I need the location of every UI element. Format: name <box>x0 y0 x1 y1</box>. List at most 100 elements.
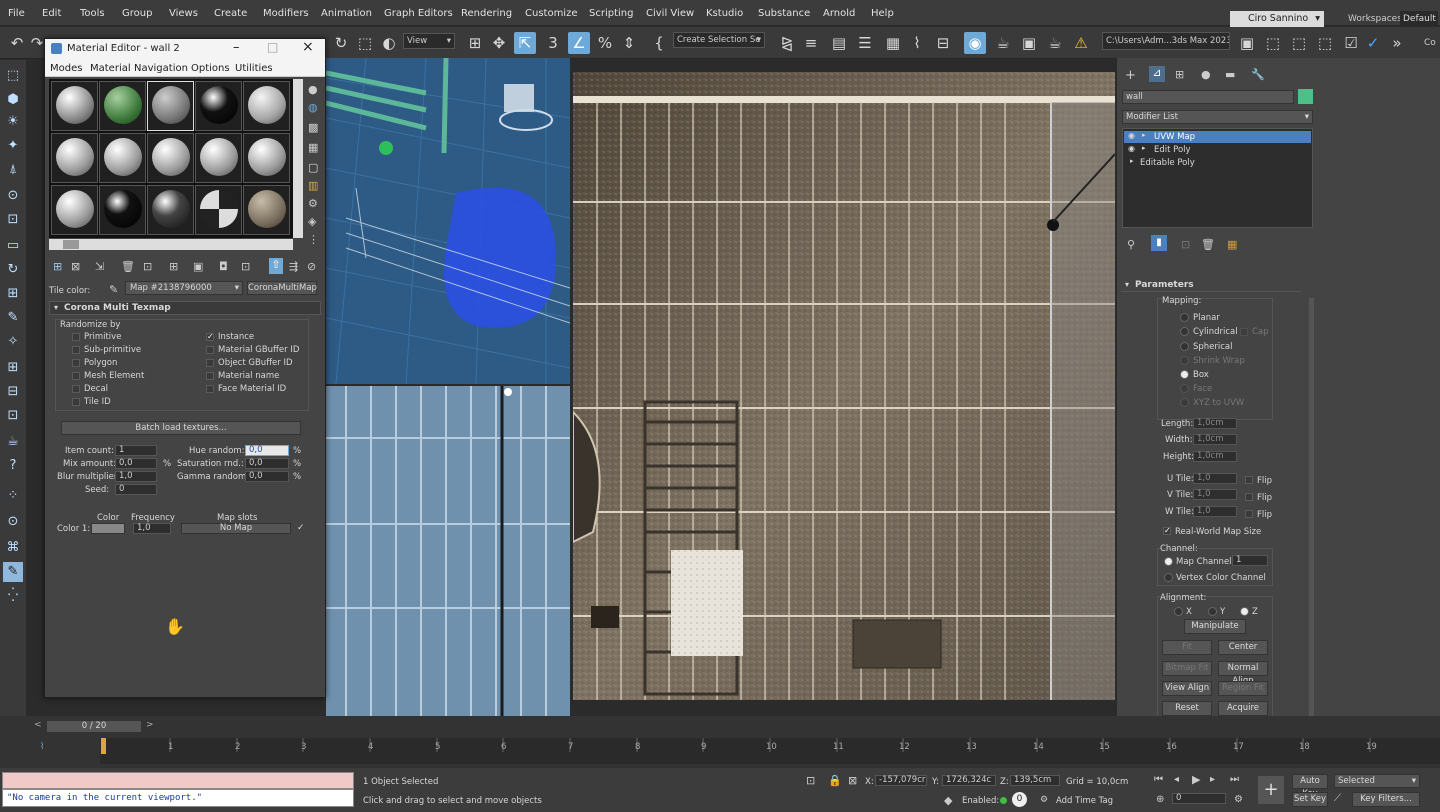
lock-selection-icon[interactable]: 🔒 <box>828 774 842 787</box>
region-fit-button[interactable]: Region Fit <box>1218 681 1268 696</box>
center-button[interactable]: Center <box>1218 640 1268 655</box>
set-key-button[interactable]: Set Key <box>1292 792 1328 807</box>
eye-icon[interactable]: ◉ <box>1128 131 1135 140</box>
auto-key-button[interactable]: Auto Key <box>1292 774 1328 799</box>
menu-create[interactable]: Create <box>214 8 247 19</box>
mirror-icon[interactable]: ⧎ <box>776 32 798 54</box>
face-material-id-checkbox[interactable] <box>206 385 214 393</box>
command-panel-scrollbar[interactable] <box>1309 298 1314 718</box>
normal-align-button[interactable]: Normal Align <box>1218 661 1268 686</box>
pick-material-icon[interactable]: ⊘ <box>307 260 316 273</box>
expand-arrow-icon[interactable]: ▸ <box>1142 131 1146 139</box>
render-frame-icon[interactable]: ▣ <box>1018 32 1040 54</box>
sample-type-icon[interactable]: ● <box>308 83 318 96</box>
viewport-front[interactable] <box>326 386 570 716</box>
sample-slot[interactable] <box>195 133 242 183</box>
curve-editor-mini-icon[interactable]: ⌇ <box>40 742 44 752</box>
selection-set-dropdown[interactable]: Create Selection Se ▾ <box>673 32 765 48</box>
sample-slot[interactable] <box>147 133 194 183</box>
menu-help[interactable]: Help <box>871 8 894 19</box>
user-account-dropdown[interactable]: Ciro Sannino ▾ <box>1230 11 1324 27</box>
sample-slot[interactable] <box>51 185 98 235</box>
workspace-dropdown[interactable]: Default <box>1400 11 1438 27</box>
object-name-field[interactable]: wall <box>1122 90 1294 104</box>
configure-sets-icon[interactable]: ▦ <box>1227 238 1237 251</box>
display-tab-icon[interactable]: ▬ <box>1225 68 1235 81</box>
height-spinner[interactable]: 1,0cm <box>1193 451 1237 462</box>
menu-arnold[interactable]: Arnold <box>823 8 855 19</box>
window-crossing-icon[interactable]: ◐ <box>378 32 400 54</box>
w-flip-checkbox[interactable] <box>1245 510 1253 518</box>
fit-button[interactable]: Fit <box>1162 640 1212 655</box>
viewport-perspective[interactable] <box>326 58 570 384</box>
show-end-result-icon[interactable]: ▮ <box>1151 235 1167 251</box>
time-tag-icon[interactable]: ⚙ <box>1040 795 1048 805</box>
adaptive-degradation-icon[interactable]: ◆ <box>944 794 952 807</box>
acquire-button[interactable]: Acquire <box>1218 701 1268 716</box>
sample-slot[interactable] <box>147 185 194 235</box>
spherical-radio[interactable] <box>1180 342 1189 351</box>
hue-random-spinner[interactable]: 0,0 <box>245 445 289 456</box>
angle-snap-icon[interactable]: ∠ <box>568 32 590 54</box>
trackbar[interactable]: 1 2 3 4 5 6 7 8 9 10 11 12 13 14 15 16 1… <box>100 738 1440 764</box>
box-radio[interactable] <box>1180 370 1189 379</box>
menu-modifiers[interactable]: Modifiers <box>263 8 309 19</box>
backlight-icon[interactable]: ◍ <box>308 101 318 114</box>
spinner-snap-icon[interactable]: ⇕ <box>618 32 640 54</box>
reference-coordinate-dropdown[interactable]: View ▾ <box>403 33 455 49</box>
menu-edit[interactable]: Edit <box>42 8 61 19</box>
eyedropper-icon[interactable]: ✎ <box>109 283 118 296</box>
menu-kstudio[interactable]: Kstudio <box>706 8 743 19</box>
manipulate-button[interactable]: Manipulate <box>1184 619 1246 634</box>
primitive-checkbox[interactable] <box>72 333 80 341</box>
minimize-icon[interactable]: – <box>233 40 240 55</box>
key-filters-button[interactable]: Key Filters... <box>1352 792 1420 807</box>
add-key-icon[interactable]: + <box>1258 776 1284 804</box>
camera-tool-icon[interactable]: ✦ <box>3 136 23 156</box>
instance-checkbox[interactable]: ✓ <box>206 333 214 341</box>
z-coordinate-field[interactable]: 139,5cm <box>1010 775 1060 786</box>
frequency-spinner[interactable]: 1,0 <box>133 523 171 534</box>
mix-amount-spinner[interactable]: 0,0 <box>115 458 157 469</box>
remove-modifier-icon[interactable]: 🗑 <box>1201 238 1215 251</box>
sample-slot-active[interactable] <box>147 81 194 131</box>
sample-slot[interactable] <box>99 185 146 235</box>
options-icon[interactable]: ⚙ <box>308 197 318 210</box>
warning-icon[interactable]: ⚠ <box>1070 32 1092 54</box>
go-forward-sibling-icon[interactable]: ⇶ <box>289 260 298 273</box>
stack-item-edit-poly[interactable]: ◉ ▸ Edit Poly <box>1124 144 1311 156</box>
material-editor-icon[interactable]: ◉ <box>964 32 986 54</box>
y-coordinate-field[interactable]: 1726,324c <box>942 775 996 786</box>
menu-scripting[interactable]: Scripting <box>589 8 633 19</box>
menu-substance[interactable]: Substance <box>758 8 810 19</box>
xyz-to-uvw-radio[interactable] <box>1180 398 1189 407</box>
show-shaded-icon[interactable]: ◘ <box>219 260 228 273</box>
x-coordinate-field[interactable]: -157,079cr <box>875 775 927 786</box>
modifier-list-dropdown[interactable]: Modifier List ▾ <box>1122 110 1313 124</box>
paint-tool-icon[interactable]: ✎ <box>3 308 23 328</box>
render-setup-icon[interactable]: ☕ <box>992 32 1014 54</box>
sample-slots-scrollbar[interactable] <box>293 79 303 238</box>
time-tag-toggle-icon[interactable]: 0 <box>1012 792 1027 807</box>
go-to-start-icon[interactable]: ⏮ <box>1154 774 1163 785</box>
item-count-spinner[interactable]: 1 <box>115 445 157 456</box>
cap-checkbox[interactable] <box>1240 328 1248 336</box>
align-icon[interactable]: ≡ <box>800 32 822 54</box>
select-region-icon[interactable]: ⬚ <box>354 32 376 54</box>
expand-arrow-icon[interactable]: ▸ <box>1142 144 1146 152</box>
align-x-radio[interactable] <box>1174 607 1183 616</box>
ribbon-icon[interactable]: ▦ <box>882 32 904 54</box>
helper-tool-icon[interactable]: ⍋ <box>3 160 23 180</box>
toggle-icon[interactable]: ☑ <box>1340 32 1362 54</box>
shrink-wrap-radio[interactable] <box>1180 356 1189 365</box>
teapot-icon[interactable]: ☕ <box>3 432 23 452</box>
modifier-tool-icon[interactable]: ⊞ <box>3 284 23 304</box>
make-unique-icon[interactable]: ⊡ <box>143 260 152 273</box>
hierarchy-tool-icon[interactable]: ⊟ <box>3 382 23 402</box>
key-mode-icon[interactable]: ⊕ <box>1156 794 1164 805</box>
select-tool-icon[interactable]: ⬚ <box>3 66 23 86</box>
batch-load-textures-button[interactable]: Batch load textures... <box>61 421 301 435</box>
move-icon[interactable]: ✥ <box>488 32 510 54</box>
menu-utilities[interactable]: Utilities <box>235 63 273 74</box>
map-enabled-check-icon[interactable]: ✓ <box>297 523 305 533</box>
